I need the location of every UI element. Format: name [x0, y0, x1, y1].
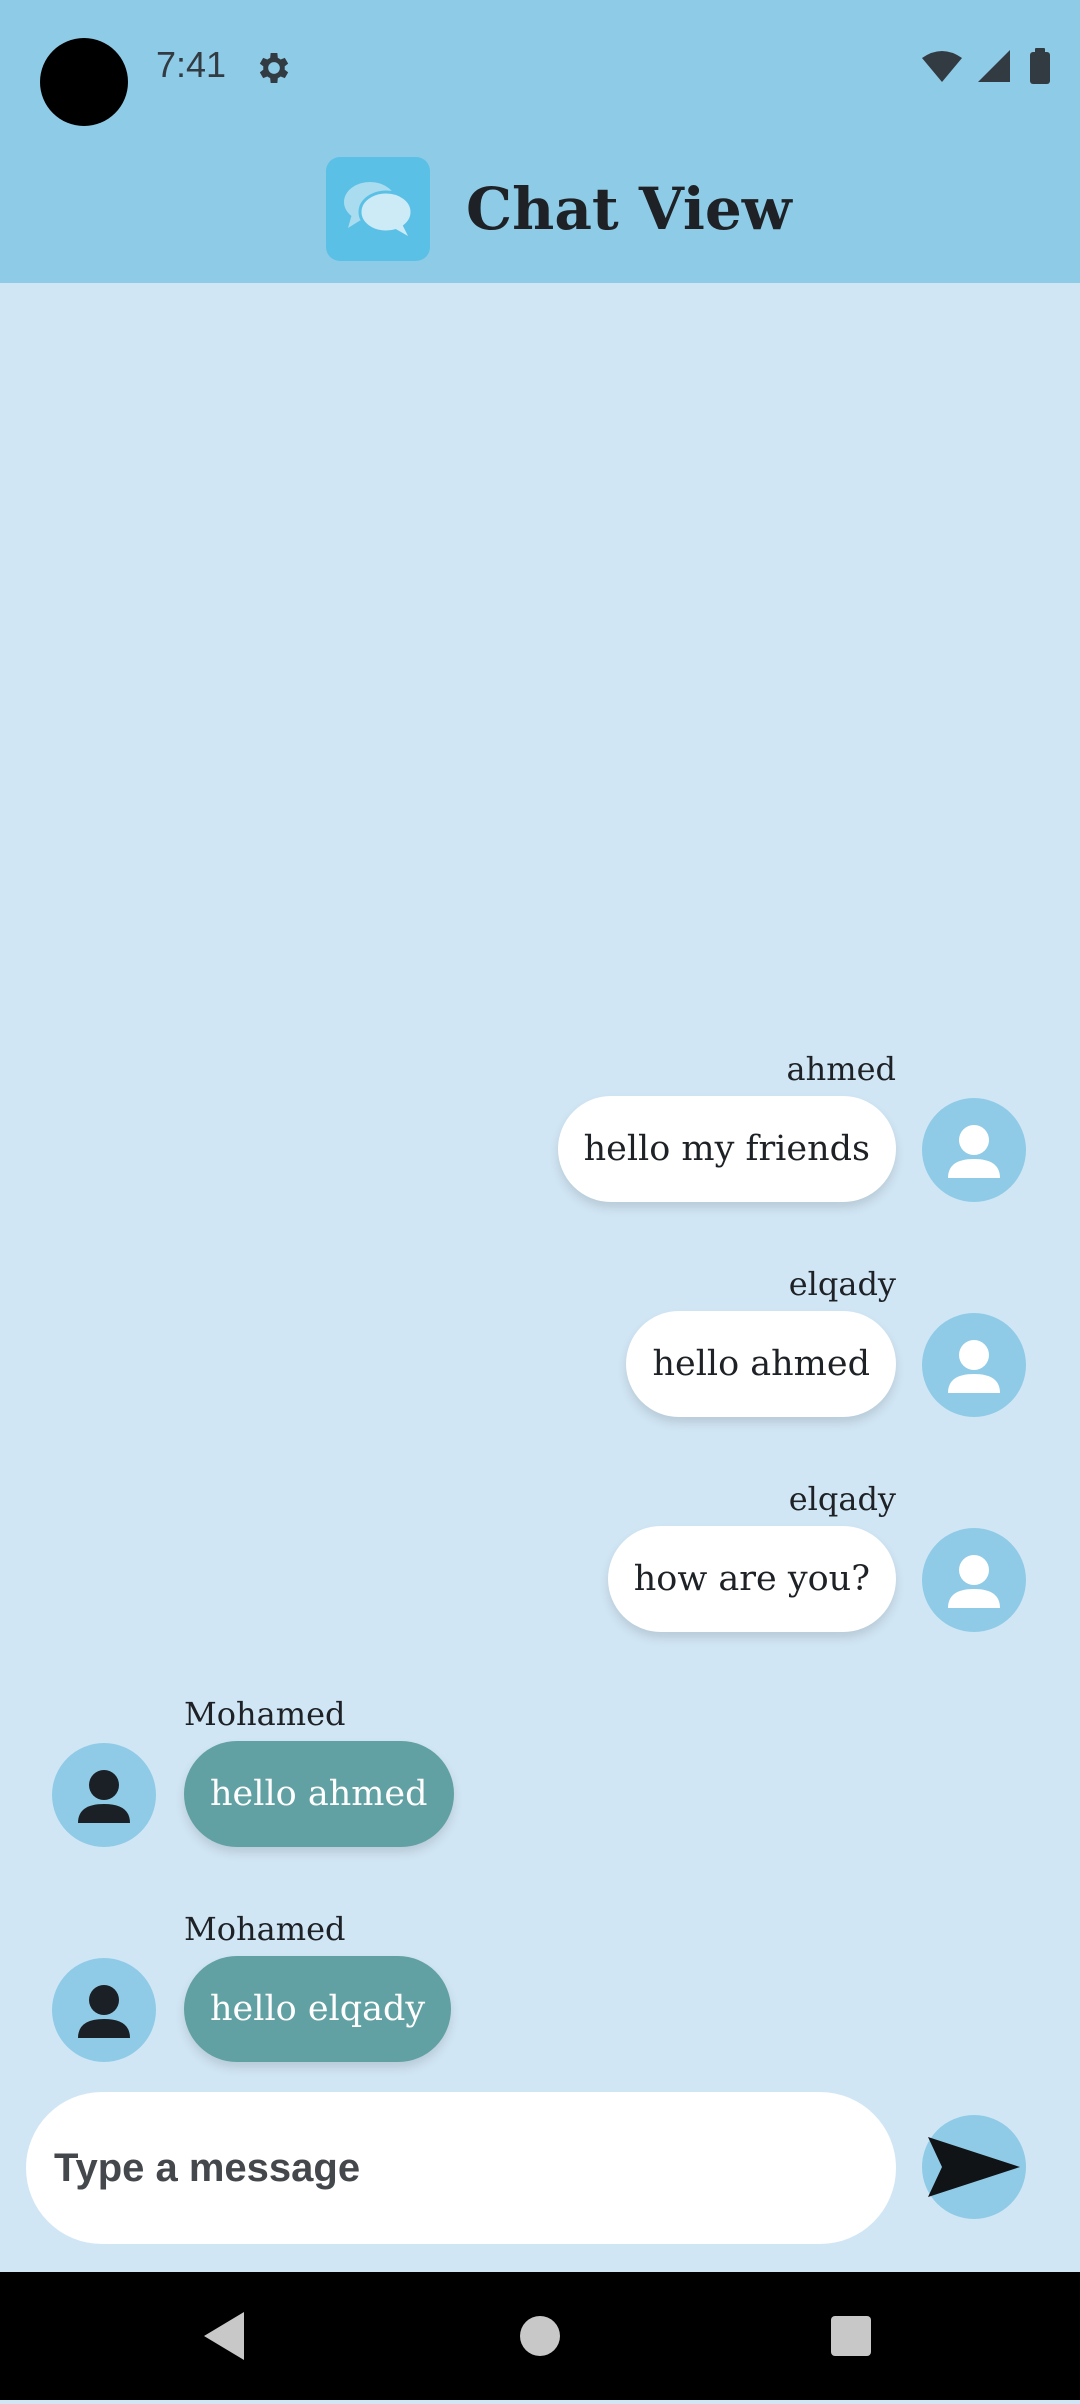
message-sender-name: ahmed — [786, 1050, 896, 1088]
gear-icon — [259, 53, 289, 83]
message-input[interactable] — [26, 2092, 896, 2244]
app-bar: 7:41 Chat View — [0, 0, 1080, 283]
message-text: hello ahmed — [652, 1344, 870, 1384]
send-button[interactable] — [922, 2115, 1026, 2219]
message-text: hello elqady — [210, 1989, 426, 2029]
message-text: hello my friends — [583, 1129, 870, 1169]
message-bubble-outgoing[interactable]: hello my friends — [557, 1096, 896, 1202]
message-sender-name: elqady — [788, 1265, 896, 1303]
message-bubble-incoming[interactable]: hello ahmed — [184, 1741, 454, 1847]
send-icon — [928, 2137, 1020, 2197]
message-sender-name: elqady — [788, 1480, 896, 1518]
camera-cutout — [40, 38, 128, 126]
person-icon[interactable] — [52, 1743, 156, 1847]
status-time: 7:41 — [156, 44, 227, 85]
app-title-group: Chat View — [326, 157, 792, 261]
message-sender-name: Mohamed — [184, 1695, 346, 1733]
person-icon[interactable] — [922, 1313, 1026, 1417]
battery-icon — [1030, 52, 1050, 84]
chat-bubbles-icon — [326, 157, 430, 261]
message-text: hello ahmed — [210, 1774, 428, 1814]
message-input-container — [26, 2092, 896, 2244]
system-status-icons — [922, 48, 1050, 84]
person-icon[interactable] — [922, 1528, 1026, 1632]
home-icon[interactable] — [520, 2316, 560, 2356]
message-bubble-incoming[interactable]: hello elqady — [184, 1956, 452, 2062]
person-icon[interactable] — [52, 1958, 156, 2062]
recents-icon[interactable] — [831, 2316, 871, 2356]
message-text: how are you? — [633, 1559, 870, 1599]
page-title: Chat View — [466, 175, 792, 243]
message-bubble-outgoing[interactable]: how are you? — [607, 1526, 896, 1632]
system-navigation-bar — [0, 2272, 1080, 2400]
signal-icon — [978, 50, 1010, 82]
person-icon[interactable] — [922, 1098, 1026, 1202]
wifi-icon — [922, 51, 962, 82]
message-sender-name: Mohamed — [184, 1910, 346, 1948]
back-icon[interactable] — [204, 2312, 244, 2360]
message-bubble-outgoing[interactable]: hello ahmed — [626, 1311, 896, 1417]
